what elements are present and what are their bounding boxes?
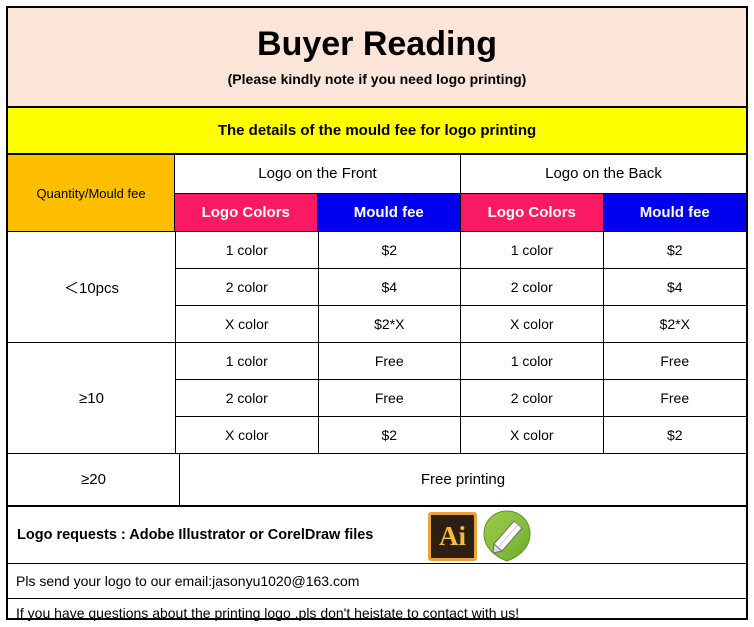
mould-fee-section-title: The details of the mould fee for logo pr… [8,108,746,155]
cell-front-fee: $2 [319,232,461,268]
table-row: X color $2*X X color $2*X [176,306,746,342]
cell-back-fee: Free [660,390,690,406]
adobe-illustrator-icon-label: Ai [439,520,466,551]
cell-back-colors: 2 color [461,380,604,416]
group-label-20-plus: ≥20 [8,454,180,505]
table-header: Quantity/Mould fee Logo on the Front Log… [8,155,746,232]
cell-back-colors: X color [461,306,604,342]
table-row: 1 color $2 1 color $2 [176,232,746,269]
free-printing-text: Free printing [420,471,506,488]
cell-front-colors: 2 color [176,380,319,416]
page-subtitle: (Please kindly note if you need logo pri… [227,71,527,88]
cell-front-fee: Free [319,343,461,379]
banner: Buyer Reading (Please kindly note if you… [8,8,746,108]
header-quantity-mould-fee: Quantity/Mould fee [8,155,175,231]
cell-back-colors: 2 color [461,269,604,305]
group-label-10-plus: ≥10 [8,343,176,453]
free-printing-row: ≥20 Free printing [8,454,746,507]
cell-front-fee: Free [319,380,461,416]
table-row: 1 color Free 1 color Free [176,343,746,380]
page-title: Buyer Reading [257,24,497,63]
question-line: If you have questions about the printing… [16,605,520,621]
header-logo-on-the-back: Logo on the Back [461,155,746,194]
cell-front-colors: 1 color [176,232,319,268]
logo-requests-text: Logo requests : Adobe Illustrator or Cor… [17,527,374,543]
header-front-mould-fee: Mould fee [317,193,460,231]
cell-front-fee: $2 [319,417,461,453]
table-row: 2 color Free 2 color Free [176,380,746,417]
coreldraw-icon [483,510,531,562]
cell-front-colors: X color [176,417,319,453]
cell-front-colors: X color [176,306,319,342]
buyer-reading-sheet: Buyer Reading (Please kindly note if you… [6,6,748,621]
cell-front-fee: $4 [319,269,461,305]
cell-front-colors: 2 color [176,269,319,305]
cell-back-colors: X color [461,417,604,453]
cell-back-colors: 1 color [461,232,604,268]
table-row: 2 color $4 2 color $4 [176,269,746,306]
adobe-illustrator-icon: Ai [428,511,477,561]
cell-back-fee: Free [660,353,690,369]
header-back-mould-fee: Mould fee [603,193,746,231]
cell-front-colors: 1 color [176,343,319,379]
table-group-10-plus: ≥10 1 color Free 1 color Free 2 color Fr… [8,343,746,454]
header-front-logo-colors: Logo Colors [175,193,318,231]
design-software-icons: Ai [428,510,532,562]
header-group-back: Logo on the Back Logo Colors Mould fee [461,155,746,231]
cell-front-fee: $2*X [319,306,461,342]
cell-back-fee: $2 [666,427,683,443]
logo-requests-row: Logo requests : Adobe Illustrator or Cor… [8,507,746,564]
header-group-front: Logo on the Front Logo Colors Mould fee [175,155,461,231]
group-label-under-10: ＜10pcs [8,232,176,342]
table-row: X color $2 X color $2 [176,417,746,453]
cell-back-fee: $2*X [659,316,690,332]
header-logo-on-the-front: Logo on the Front [175,155,460,194]
cell-back-fee: $2 [666,242,683,258]
email-line: Pls send your logo to our email:jasonyu1… [8,564,746,599]
cell-back-colors: 1 color [461,343,604,379]
table-group-under-10: ＜10pcs 1 color $2 1 color $2 2 color $4 … [8,232,746,343]
header-back-logo-colors: Logo Colors [461,193,604,231]
cell-back-fee: $4 [666,279,683,295]
